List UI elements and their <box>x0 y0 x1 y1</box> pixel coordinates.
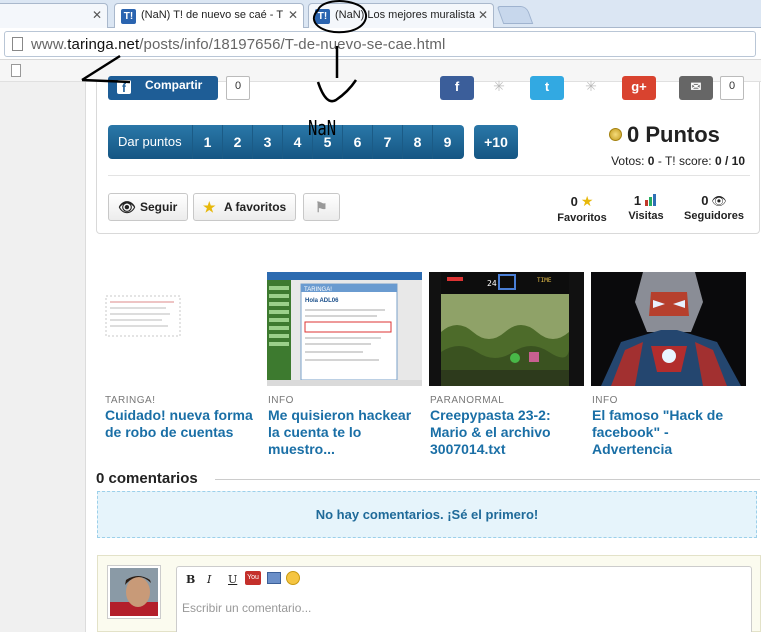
nan-annotation-label: NaN <box>308 116 337 140</box>
email-share-button[interactable]: ✉ <box>679 76 713 100</box>
comment-placeholder: Escribir un comentario... <box>182 601 312 615</box>
svg-text:Hola ADL06: Hola ADL06 <box>305 298 339 304</box>
related-post-card[interactable]: TARINGA! Cuidado! nueva forma de robo de… <box>104 272 259 462</box>
email-share-count: 0 <box>720 76 744 100</box>
points-button-6[interactable]: 6 <box>342 125 372 159</box>
post-category: INFO <box>268 395 294 406</box>
post-thumbnail[interactable] <box>104 272 259 386</box>
browser-tab-strip: ✕ T! (NaN) T! de nuevo se caé - T ✕ T! (… <box>0 0 761 29</box>
underline-button[interactable]: U <box>228 573 237 586</box>
page-icon <box>12 37 23 51</box>
follow-button[interactable]: 👁 Seguir <box>108 193 188 221</box>
document-icon[interactable] <box>11 64 21 77</box>
close-icon[interactable]: ✕ <box>92 8 102 22</box>
report-button[interactable]: ⚑ <box>303 193 340 221</box>
points-bar: Dar puntos 1 2 3 4 5 6 7 8 9 <box>108 125 464 159</box>
svg-text:24: 24 <box>487 279 497 288</box>
browser-tab-3[interactable]: T! (NaN) Los mejores muralistas ✕ <box>308 3 494 28</box>
thumbnail-screenshot: TARINGA! Hola ADL06 <box>267 272 422 386</box>
post-title-link[interactable]: Me quisieron hackear la cuenta te lo mue… <box>268 407 426 458</box>
star-icon: ★ <box>580 193 594 209</box>
post-thumbnail[interactable] <box>591 272 746 386</box>
comment-editor[interactable]: B I U You Escribir un comentario... <box>176 566 752 632</box>
facebook-share-count: 0 <box>226 76 250 100</box>
comments-heading: 0 comentarios <box>96 470 198 487</box>
loading-spinner-icon: ✳ <box>585 78 597 94</box>
emoji-icon[interactable] <box>286 571 300 585</box>
left-gutter <box>0 82 86 632</box>
coin-icon <box>609 128 622 141</box>
browser-tab-1[interactable]: ✕ <box>0 3 108 28</box>
points-button-1[interactable]: 1 <box>192 125 222 159</box>
post-title-link[interactable]: El famoso "Hack de facebook" - Advertenc… <box>592 407 750 458</box>
post-category: PARANORMAL <box>430 395 505 406</box>
add-favorite-button[interactable]: ★ A favoritos <box>193 193 296 221</box>
facebook-share-button[interactable]: f Compartir <box>108 76 218 100</box>
stat-followers: 0 👁 Seguidores <box>684 193 744 222</box>
facebook-icon: f <box>117 80 131 95</box>
points-button-3[interactable]: 3 <box>252 125 282 159</box>
url-input[interactable]: www.taringa.net/posts/info/18197656/T-de… <box>4 31 756 57</box>
screenshot-root: ✕ T! (NaN) T! de nuevo se caé - T ✕ T! (… <box>0 0 761 632</box>
post-category: INFO <box>592 395 618 406</box>
star-icon: ★ <box>203 199 216 215</box>
points-button-2[interactable]: 2 <box>222 125 252 159</box>
avatar[interactable] <box>108 566 160 618</box>
points-button-7[interactable]: 7 <box>372 125 402 159</box>
bold-button[interactable]: B <box>186 573 195 586</box>
close-icon[interactable]: ✕ <box>478 8 488 22</box>
give-points-label: Dar puntos <box>118 134 182 149</box>
votes-score-text: Votos: 0 - T! score: 0 / 10 <box>611 154 745 168</box>
flag-icon: ⚑ <box>315 199 328 215</box>
related-post-card[interactable]: 24 TIME PARANORMAL Creepypasta 23-2: Mar… <box>429 272 584 462</box>
taringa-favicon-icon: T! <box>315 9 330 24</box>
related-post-card[interactable]: TARINGA! Hola ADL06 INFO Me quisieron ha… <box>267 272 422 462</box>
svg-text:TARINGA!: TARINGA! <box>304 287 332 293</box>
thumbnail-game: 24 TIME <box>429 272 584 386</box>
bar-chart-icon <box>645 194 657 206</box>
post-title-link[interactable]: Creepypasta 23-2: Mario & el archivo 300… <box>430 407 588 458</box>
google-plus-button[interactable]: g+ <box>622 76 656 100</box>
eye-icon: 👁 <box>118 199 136 215</box>
thumbnail-iron-patriot <box>591 272 746 386</box>
comment-composer: B I U You Escribir un comentario... <box>97 555 761 632</box>
twitter-button[interactable]: t <box>530 76 564 100</box>
page-content: f Compartir 0 f ✳ t ✳ g+ ✉ 0 Dar puntos … <box>0 76 761 632</box>
post-thumbnail[interactable]: TARINGA! Hola ADL06 <box>267 272 422 386</box>
post-actions-box: f Compartir 0 f ✳ t ✳ g+ ✉ 0 Dar puntos … <box>96 76 760 234</box>
browser-tab-active[interactable]: T! (NaN) T! de nuevo se caé - T ✕ <box>114 3 304 29</box>
related-posts: TARINGA! Cuidado! nueva forma de robo de… <box>104 272 754 462</box>
stat-visits: 1 Visitas <box>628 193 664 222</box>
points-button-9[interactable]: 9 <box>432 125 462 159</box>
image-icon[interactable] <box>267 572 281 584</box>
new-tab-button[interactable] <box>496 6 534 24</box>
divider <box>215 479 760 480</box>
divider <box>108 175 750 176</box>
stat-favorites: 0 ★ Favoritos <box>557 193 607 224</box>
eye-icon: 👁 <box>711 194 727 208</box>
taringa-favicon-icon: T! <box>121 9 136 24</box>
address-bar: www.taringa.net/posts/info/18197656/T-de… <box>0 28 761 60</box>
tab-title: (NaN) T! de nuevo se caé - T <box>141 9 284 21</box>
youtube-icon[interactable]: You <box>245 571 261 585</box>
italic-button[interactable]: I <box>207 573 211 586</box>
points-button-8[interactable]: 8 <box>402 125 432 159</box>
loading-spinner-icon: ✳ <box>493 78 505 94</box>
tab-title: (NaN) Los mejores muralistas <box>335 9 475 21</box>
close-icon[interactable]: ✕ <box>288 8 298 22</box>
post-category: TARINGA! <box>105 395 156 406</box>
points-total: 0 Puntos <box>627 122 720 147</box>
related-post-card[interactable]: INFO El famoso "Hack de facebook" - Adve… <box>591 272 746 462</box>
svg-text:TIME: TIME <box>537 277 552 284</box>
facebook-like-button[interactable]: f <box>440 76 474 100</box>
url-text: www.taringa.net/posts/info/18197656/T-de… <box>31 36 446 53</box>
thumbnail-screenshot-sketch <box>104 272 259 386</box>
post-thumbnail[interactable]: 24 TIME <box>429 272 584 386</box>
plus-ten-button[interactable]: +10 <box>474 125 518 159</box>
no-comments-notice: No hay comentarios. ¡Sé el primero! <box>97 491 757 538</box>
post-title-link[interactable]: Cuidado! nueva forma de robo de cuentas <box>105 407 263 441</box>
